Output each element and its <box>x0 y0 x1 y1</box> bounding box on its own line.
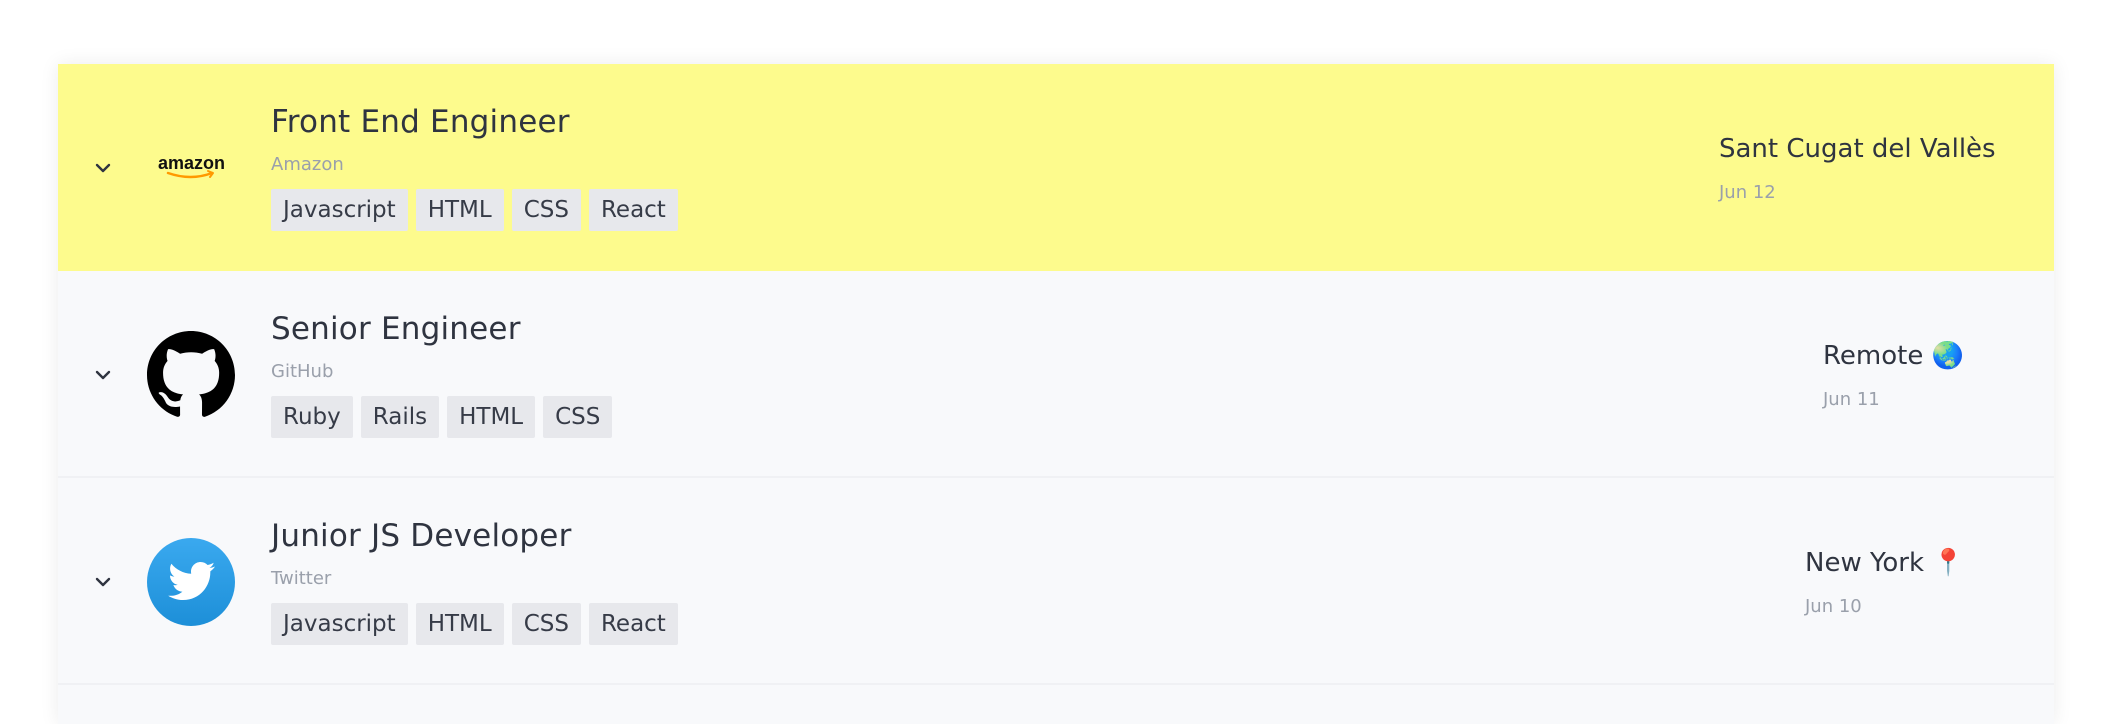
job-location: Remote 🌏 <box>1823 341 1964 371</box>
job-meta: Sant Cugat del Vallès Jun 12 <box>1719 134 1996 203</box>
tag[interactable]: Ruby <box>271 396 353 438</box>
tag[interactable]: CSS <box>511 189 581 231</box>
amazon-logo: amazon <box>141 117 241 217</box>
tag[interactable]: HTML <box>415 603 504 645</box>
github-logo <box>141 325 241 425</box>
job-list: amazon Front End Engineer Amazon Javascr… <box>58 64 2054 724</box>
chevron-down-icon[interactable] <box>92 157 114 179</box>
tag[interactable]: Rails <box>360 396 440 438</box>
tag[interactable]: React <box>588 189 678 231</box>
tag[interactable]: CSS <box>511 603 581 645</box>
job-title[interactable]: Senior Engineer <box>271 311 612 347</box>
chevron-down-icon[interactable] <box>92 364 114 386</box>
job-location: Sant Cugat del Vallès <box>1719 134 1996 164</box>
job-row-amazon[interactable]: amazon Front End Engineer Amazon Javascr… <box>58 64 2054 271</box>
job-info: Front End Engineer Amazon Javascript HTM… <box>271 104 678 231</box>
company-name: Amazon <box>271 154 344 175</box>
tag[interactable]: React <box>588 603 678 645</box>
job-meta: New York 📍 Jun 10 <box>1805 548 1965 617</box>
tag-list: Javascript HTML CSS React <box>271 189 678 231</box>
job-location: New York 📍 <box>1805 548 1965 578</box>
tag[interactable]: HTML <box>415 189 504 231</box>
job-date: Jun 10 <box>1805 596 1862 617</box>
tag-list: Ruby Rails HTML CSS <box>271 396 613 438</box>
job-date: Jun 11 <box>1823 389 1880 410</box>
job-title[interactable]: Junior JS Developer <box>271 518 678 554</box>
job-info: Senior Engineer GitHub Ruby Rails HTML C… <box>271 311 613 438</box>
job-info: Junior JS Developer Twitter Javascript H… <box>271 518 678 645</box>
company-name: Twitter <box>271 568 332 589</box>
tag[interactable]: Javascript <box>271 189 408 231</box>
company-name: GitHub <box>271 361 334 382</box>
job-date: Jun 12 <box>1719 182 1776 203</box>
job-meta: Remote 🌏 Jun 11 <box>1823 341 1964 410</box>
job-row-twitter[interactable]: Junior JS Developer Twitter Javascript H… <box>58 478 2054 685</box>
twitter-logo <box>141 532 241 632</box>
amazon-logo-text: amazon <box>158 153 225 173</box>
tag-list: Javascript HTML CSS React <box>271 603 678 645</box>
job-title[interactable]: Front End Engineer <box>271 104 678 140</box>
tag[interactable]: Javascript <box>271 603 408 645</box>
chevron-down-icon[interactable] <box>92 571 114 593</box>
tag[interactable]: CSS <box>543 396 613 438</box>
tag[interactable]: HTML <box>447 396 536 438</box>
job-row-github[interactable]: Senior Engineer GitHub Ruby Rails HTML C… <box>58 271 2054 478</box>
